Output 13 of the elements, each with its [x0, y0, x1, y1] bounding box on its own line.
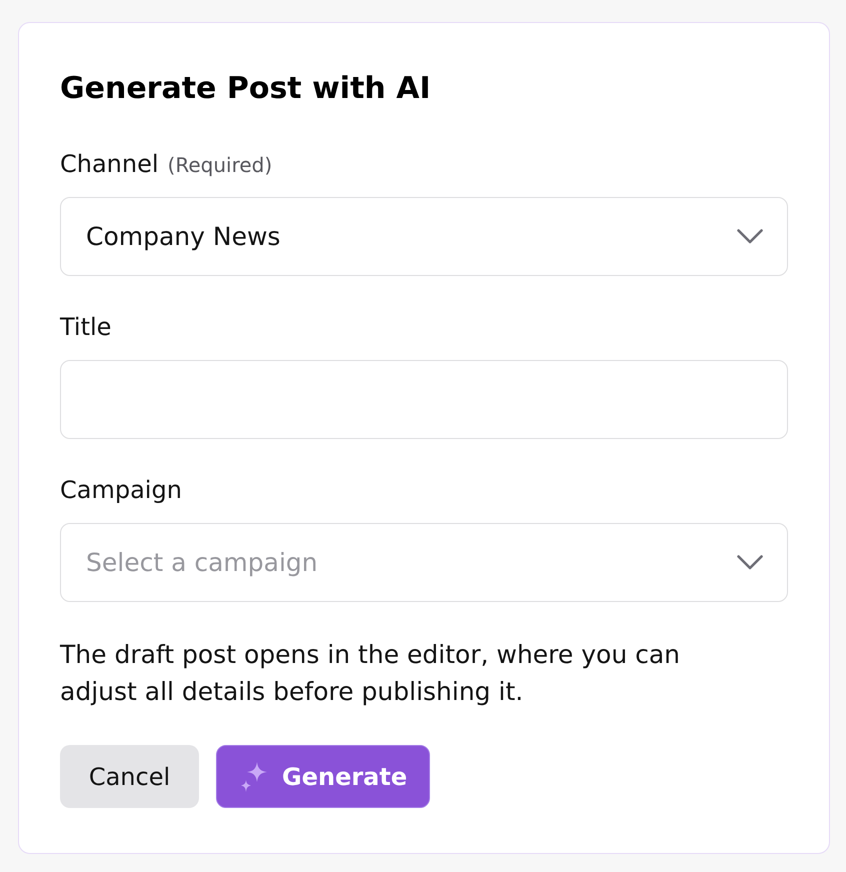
field-label: Title [60, 312, 112, 343]
dropdown-field[interactable]: Company News [60, 197, 788, 276]
generate-button[interactable]: Generate [216, 745, 430, 808]
input-field[interactable] [60, 360, 788, 439]
required-note: (Required) [168, 152, 272, 179]
sparkle-icon [241, 762, 267, 792]
description-text: The draft post opens in the editor, where you can adjust all details before publishing it. [60, 639, 682, 708]
chevron-down-icon [737, 555, 763, 570]
chevron-down-icon [737, 229, 763, 244]
field-label: Campaign [60, 475, 182, 506]
dialog-title: Generate Post with AI [60, 71, 432, 107]
cancel-button[interactable]: Cancel [60, 745, 199, 808]
field-label: Channel [60, 149, 159, 180]
